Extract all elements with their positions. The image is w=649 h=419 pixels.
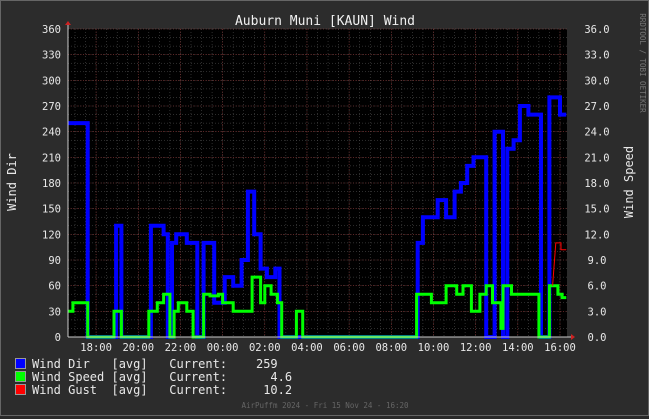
y-axis-label-right: Wind Speed xyxy=(622,146,636,218)
legend-item: Wind Speed [avg] Current: 4.6 xyxy=(15,370,292,384)
y-tick-label-left: 30 xyxy=(48,306,61,318)
x-tick-label: 10:00 xyxy=(418,342,450,354)
y-tick-label-left: 90 xyxy=(48,255,61,267)
legend-item: Wind Gust [avg] Current: 10.2 xyxy=(15,383,292,397)
y-tick-label-right: 6.0 xyxy=(588,281,607,293)
x-tick-label: 12:00 xyxy=(460,342,492,354)
y-tick-label-left: 210 xyxy=(42,152,61,164)
wind-chart: Auburn Muni [KAUN] Wind Wind Dir Wind Sp… xyxy=(5,13,647,410)
y-tick-label-right: 3.0 xyxy=(588,306,607,318)
y-tick-label-right: 15.0 xyxy=(584,204,609,216)
y-tick-label-right: 9.0 xyxy=(588,255,607,267)
y-tick-label-right: 27.0 xyxy=(584,101,609,113)
y-tick-label-right: 33.0 xyxy=(584,50,609,62)
chart-title: Auburn Muni [KAUN] Wind xyxy=(235,14,415,29)
y-tick-label-left: 120 xyxy=(42,229,61,241)
y-tick-label-right: 12.0 xyxy=(584,229,609,241)
y-tick-label-left: 240 xyxy=(42,127,61,139)
legend-text: Wind Speed [avg] Current: 4.6 xyxy=(32,370,293,384)
y-tick-label-right: 24.0 xyxy=(584,127,609,139)
y-axis-arrow xyxy=(65,21,71,25)
x-tick-label: 08:00 xyxy=(375,342,407,354)
rrdtool-credit: RRDTOOL / TOBI OETIKER xyxy=(638,13,647,113)
x-tick-label: 20:00 xyxy=(122,342,154,354)
y-tick-label-right: 18.0 xyxy=(584,178,609,190)
y-tick-label-left: 150 xyxy=(42,204,61,216)
legend-item: Wind Dir [avg] Current: 259 xyxy=(15,357,278,371)
legend-text: Wind Dir [avg] Current: 259 xyxy=(32,357,278,371)
y-tick-label-right: 36.0 xyxy=(584,24,609,36)
y-axis-label-left: Wind Dir xyxy=(5,153,19,211)
y-tick-label-left: 300 xyxy=(42,75,61,87)
y-tick-label-left: 180 xyxy=(42,178,61,190)
y-tick-label-right: 0.0 xyxy=(588,332,607,344)
y-tick-label-left: 270 xyxy=(42,101,61,113)
x-tick-label: 02:00 xyxy=(249,342,281,354)
x-tick-label: 22:00 xyxy=(165,342,197,354)
y-tick-label-right: 30.0 xyxy=(584,75,609,87)
x-tick-label: 16:00 xyxy=(544,342,576,354)
x-tick-label: 06:00 xyxy=(333,342,365,354)
y-tick-label-right: 21.0 xyxy=(584,152,609,164)
x-tick-label: 14:00 xyxy=(502,342,534,354)
legend-swatch xyxy=(15,358,26,369)
x-tick-label: 04:00 xyxy=(291,342,323,354)
graph-frame: Auburn Muni [KAUN] Wind Wind Dir Wind Sp… xyxy=(0,0,649,416)
x-axis-arrow xyxy=(571,334,575,340)
y-tick-label-left: 330 xyxy=(42,50,61,62)
y-tick-label-left: 360 xyxy=(42,24,61,36)
legend-text: Wind Gust [avg] Current: 10.2 xyxy=(32,383,293,397)
x-tick-label: 18:00 xyxy=(80,342,112,354)
legend-swatch xyxy=(15,384,26,395)
y-tick-label-left: 0 xyxy=(55,332,61,344)
footer-text: AirPuffm 2024 - Fri 15 Nov 24 - 16:20 xyxy=(241,401,409,410)
y-tick-label-left: 60 xyxy=(48,281,61,293)
legend-swatch xyxy=(15,371,26,382)
x-tick-label: 00:00 xyxy=(207,342,239,354)
